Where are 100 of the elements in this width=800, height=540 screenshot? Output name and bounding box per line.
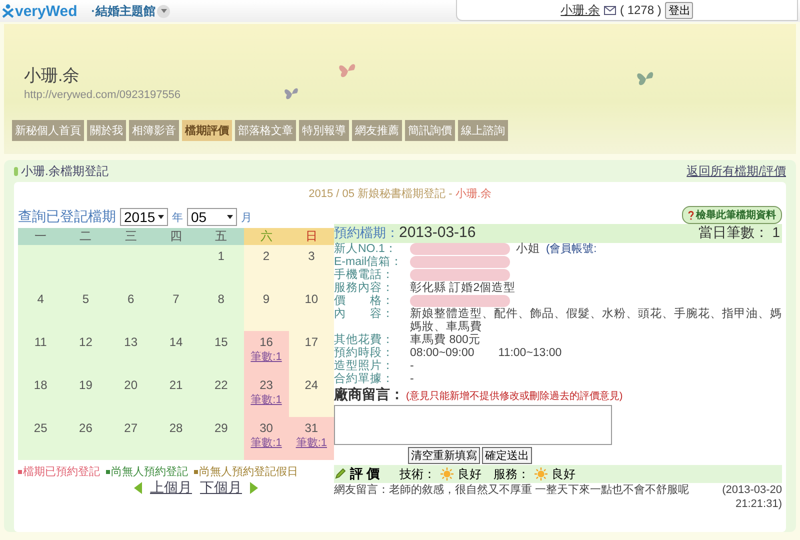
question-mark-icon bbox=[688, 210, 694, 220]
profile-name: 小珊.余 bbox=[24, 65, 80, 87]
submit-button[interactable]: 確定送出 bbox=[482, 447, 532, 464]
rating-label: 技術： bbox=[400, 466, 436, 482]
booking-count-link[interactable]: 筆數:1 bbox=[250, 435, 282, 450]
date-label: 預約檔期： bbox=[334, 224, 399, 242]
year-unit: 年 bbox=[172, 210, 183, 224]
profile-url: http://verywed.com/0923197556 bbox=[24, 89, 181, 101]
message-field[interactable] bbox=[334, 405, 612, 445]
day-number: 8 bbox=[218, 292, 224, 306]
day-number: 28 bbox=[169, 421, 183, 435]
year-select[interactable]: 2015 bbox=[120, 208, 168, 226]
field-value: - bbox=[410, 373, 414, 386]
field-value: 車馬費 800元 bbox=[410, 334, 480, 347]
weekday-header: 一 bbox=[18, 228, 64, 245]
day-number: 24 bbox=[304, 378, 318, 392]
day-number: 3 bbox=[308, 249, 315, 263]
dropdown-icon[interactable] bbox=[157, 4, 170, 18]
nav-tab[interactable]: 新秘個人首頁 bbox=[12, 120, 84, 141]
month-select[interactable]: 05 bbox=[187, 208, 237, 226]
person-icon bbox=[2, 4, 14, 18]
vendor-message-note: (意見只能新增不提供修改或刪除過去的評價意見) bbox=[406, 390, 623, 403]
day-number: 20 bbox=[124, 378, 138, 392]
rating-value: 良好 bbox=[458, 466, 482, 482]
right-triangle-icon bbox=[250, 482, 258, 494]
mail-icon[interactable] bbox=[604, 6, 616, 14]
legend-item: 尚無人預約登記假日 bbox=[194, 464, 298, 479]
field-value: 彰化縣 訂婚2個造型 bbox=[410, 282, 516, 295]
panel-title: 小珊.余檔期登記 bbox=[21, 162, 108, 180]
weekday-header: 五 bbox=[198, 228, 244, 245]
day-number: 11 bbox=[34, 335, 47, 349]
weekday-header: 日 bbox=[288, 228, 334, 245]
day-number: 26 bbox=[79, 421, 92, 435]
report-button[interactable]: 檢舉此筆檔期資料 bbox=[682, 206, 782, 224]
booking-date: 2013-03-16 bbox=[399, 224, 476, 241]
logo-text: veryWed bbox=[15, 2, 78, 20]
day-number: 9 bbox=[262, 292, 270, 306]
day-number: 15 bbox=[214, 335, 228, 349]
previous-month-link[interactable]: 上個月 bbox=[150, 479, 192, 497]
day-number: 29 bbox=[214, 421, 228, 435]
day-number: 5 bbox=[82, 292, 90, 306]
field-label: E-mail信箱： bbox=[334, 256, 404, 268]
rating-label: 服務： bbox=[494, 466, 530, 482]
month-unit: 月 bbox=[241, 210, 252, 224]
sun-icon bbox=[440, 467, 454, 481]
field-value: - bbox=[410, 360, 414, 373]
nav-tab[interactable]: 線上諮詢 bbox=[458, 120, 508, 141]
nav-tab[interactable]: 部落格文章 bbox=[235, 120, 296, 141]
vendor-message-label: 廠商留言： bbox=[334, 386, 404, 404]
logout-button[interactable]: 登出 bbox=[665, 2, 694, 18]
day-number: 17 bbox=[304, 335, 318, 349]
field-label: 其他花費： bbox=[334, 334, 395, 346]
field-label: 造型照片： bbox=[334, 360, 395, 372]
day-number: 10 bbox=[304, 292, 318, 306]
booking-count-link[interactable]: 筆數:1 bbox=[250, 392, 282, 407]
nav-tab[interactable]: 特別報導 bbox=[299, 120, 349, 141]
user-link[interactable]: 小珊.余 bbox=[560, 2, 600, 18]
day-number: 4 bbox=[37, 292, 44, 306]
weekday-header: 四 bbox=[153, 228, 199, 245]
nav-tab[interactable]: 網友推薦 bbox=[352, 120, 402, 141]
query-label: 查詢已登記檔期 bbox=[18, 208, 116, 226]
day-number: 7 bbox=[172, 292, 180, 306]
site-logo[interactable]: veryWed bbox=[2, 2, 78, 20]
day-number: 23 bbox=[260, 378, 273, 392]
day-count: 當日筆數： 1 bbox=[698, 224, 780, 242]
day-number: 21 bbox=[169, 378, 183, 392]
field-label: 新人NO.1： bbox=[334, 243, 398, 256]
field-label: 價 格： bbox=[334, 295, 395, 307]
legend-item: 檔期已預約登記 bbox=[18, 464, 100, 479]
account-label: (會員帳號: bbox=[546, 243, 597, 256]
day-number: 22 bbox=[214, 378, 228, 392]
sun-icon bbox=[534, 467, 548, 481]
legend-item: 尚無人預約登記 bbox=[106, 464, 188, 479]
booking-count-link[interactable]: 筆數:1 bbox=[250, 349, 282, 364]
field-value: 小姐 bbox=[516, 243, 540, 256]
field-label: 預約時段： bbox=[334, 347, 395, 360]
booking-count-link[interactable]: 筆數:1 bbox=[296, 435, 327, 450]
rating-value: 良好 bbox=[552, 466, 576, 482]
clear-button[interactable]: 清空重新填寫 bbox=[408, 447, 480, 464]
day-number: 27 bbox=[124, 421, 138, 435]
next-month-link[interactable]: 下個月 bbox=[200, 479, 242, 497]
nav-tab[interactable]: 檔期評價 bbox=[182, 120, 232, 141]
calendar-heading: 2015 / 05 新娘秘書檔期登記 - 小珊.余 bbox=[308, 186, 492, 202]
review-title: 評 價 bbox=[350, 465, 380, 483]
review-date: (2013-03-20 21:21:31) bbox=[721, 483, 782, 511]
field-value: 新娘整體造型、配件、飾品、假髮、水粉、頭花、手腕花、指甲油、媽媽妝、車馬費 bbox=[410, 308, 782, 334]
nav-tab[interactable]: 相簿影音 bbox=[129, 120, 179, 141]
back-link[interactable]: 返回所有檔期/評價 bbox=[686, 162, 786, 180]
field-value: 08:00~09:00 11:00~13:00 bbox=[410, 347, 562, 360]
field-label: 內 容： bbox=[334, 308, 395, 322]
day-number: 25 bbox=[34, 421, 48, 435]
review-comment: 網友留言：老師的敘感，很自然又不厚重 一整天下來一點也不會不舒服呢 bbox=[334, 483, 690, 498]
nav-tab[interactable]: 簡訊詢價 bbox=[405, 120, 455, 141]
nav-tab[interactable]: 關於我 bbox=[87, 120, 126, 141]
section-link[interactable]: ·結婚主題館 bbox=[91, 2, 156, 20]
field-label: 服務內容： bbox=[334, 282, 395, 294]
day-number: 14 bbox=[169, 335, 183, 349]
day-number: 16 bbox=[260, 335, 273, 349]
pencil-icon bbox=[334, 468, 346, 480]
weekday-header: 六 bbox=[244, 228, 289, 245]
